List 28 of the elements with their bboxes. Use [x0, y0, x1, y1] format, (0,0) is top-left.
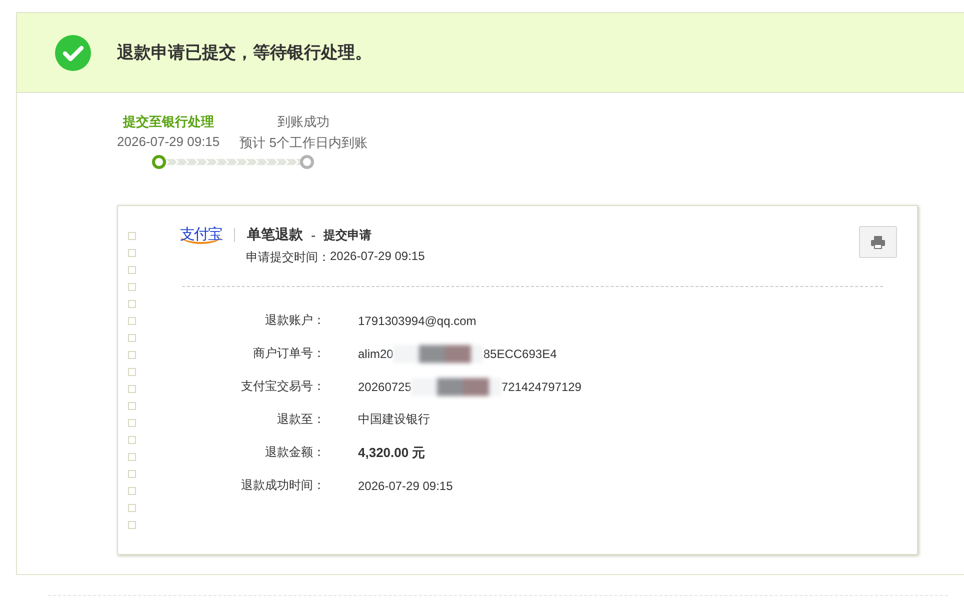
- printer-icon: [871, 236, 885, 248]
- field-label: 退款成功时间：: [240, 477, 325, 494]
- submitted-label: 申请提交时间：: [246, 249, 330, 266]
- step-subtitle: 预计 5个工作日内到账: [240, 134, 368, 152]
- field-label: 退款金额：: [264, 444, 325, 461]
- field-value: 4,320.00 元: [358, 444, 426, 462]
- field-value: 721424797129: [501, 380, 582, 394]
- receipt-stage: 提交申请: [324, 226, 372, 244]
- field-label: 退款账户：: [264, 312, 325, 329]
- field-value: 1791303994@qq.com: [358, 314, 476, 328]
- field-label: 支付宝交易号：: [240, 378, 325, 395]
- field-value: 85ECC693E4: [483, 346, 557, 360]
- step-title: 提交至银行处理: [122, 113, 214, 131]
- field-label: 退款至：: [276, 411, 325, 428]
- submitted-time: 2026-07-29 09:15: [330, 249, 425, 265]
- field-value: 20260725: [358, 380, 412, 394]
- status-message: 退款申请已提交，等待银行处理。: [117, 42, 372, 64]
- field-value: 2026-07-29 09:15: [358, 478, 453, 492]
- field-value: alim20: [358, 346, 394, 360]
- separator: -: [311, 227, 316, 243]
- step-subtitle: 2026-07-29 09:15: [117, 134, 220, 149]
- step-title: 到账成功: [278, 113, 330, 131]
- field-label: 商户订单号：: [252, 345, 325, 362]
- print-button[interactable]: [859, 226, 897, 258]
- check-icon: [55, 34, 91, 70]
- field-value: 中国建设银行: [358, 411, 430, 428]
- logo: 支付宝: [180, 226, 222, 244]
- receipt-title: 单笔退款: [247, 226, 303, 244]
